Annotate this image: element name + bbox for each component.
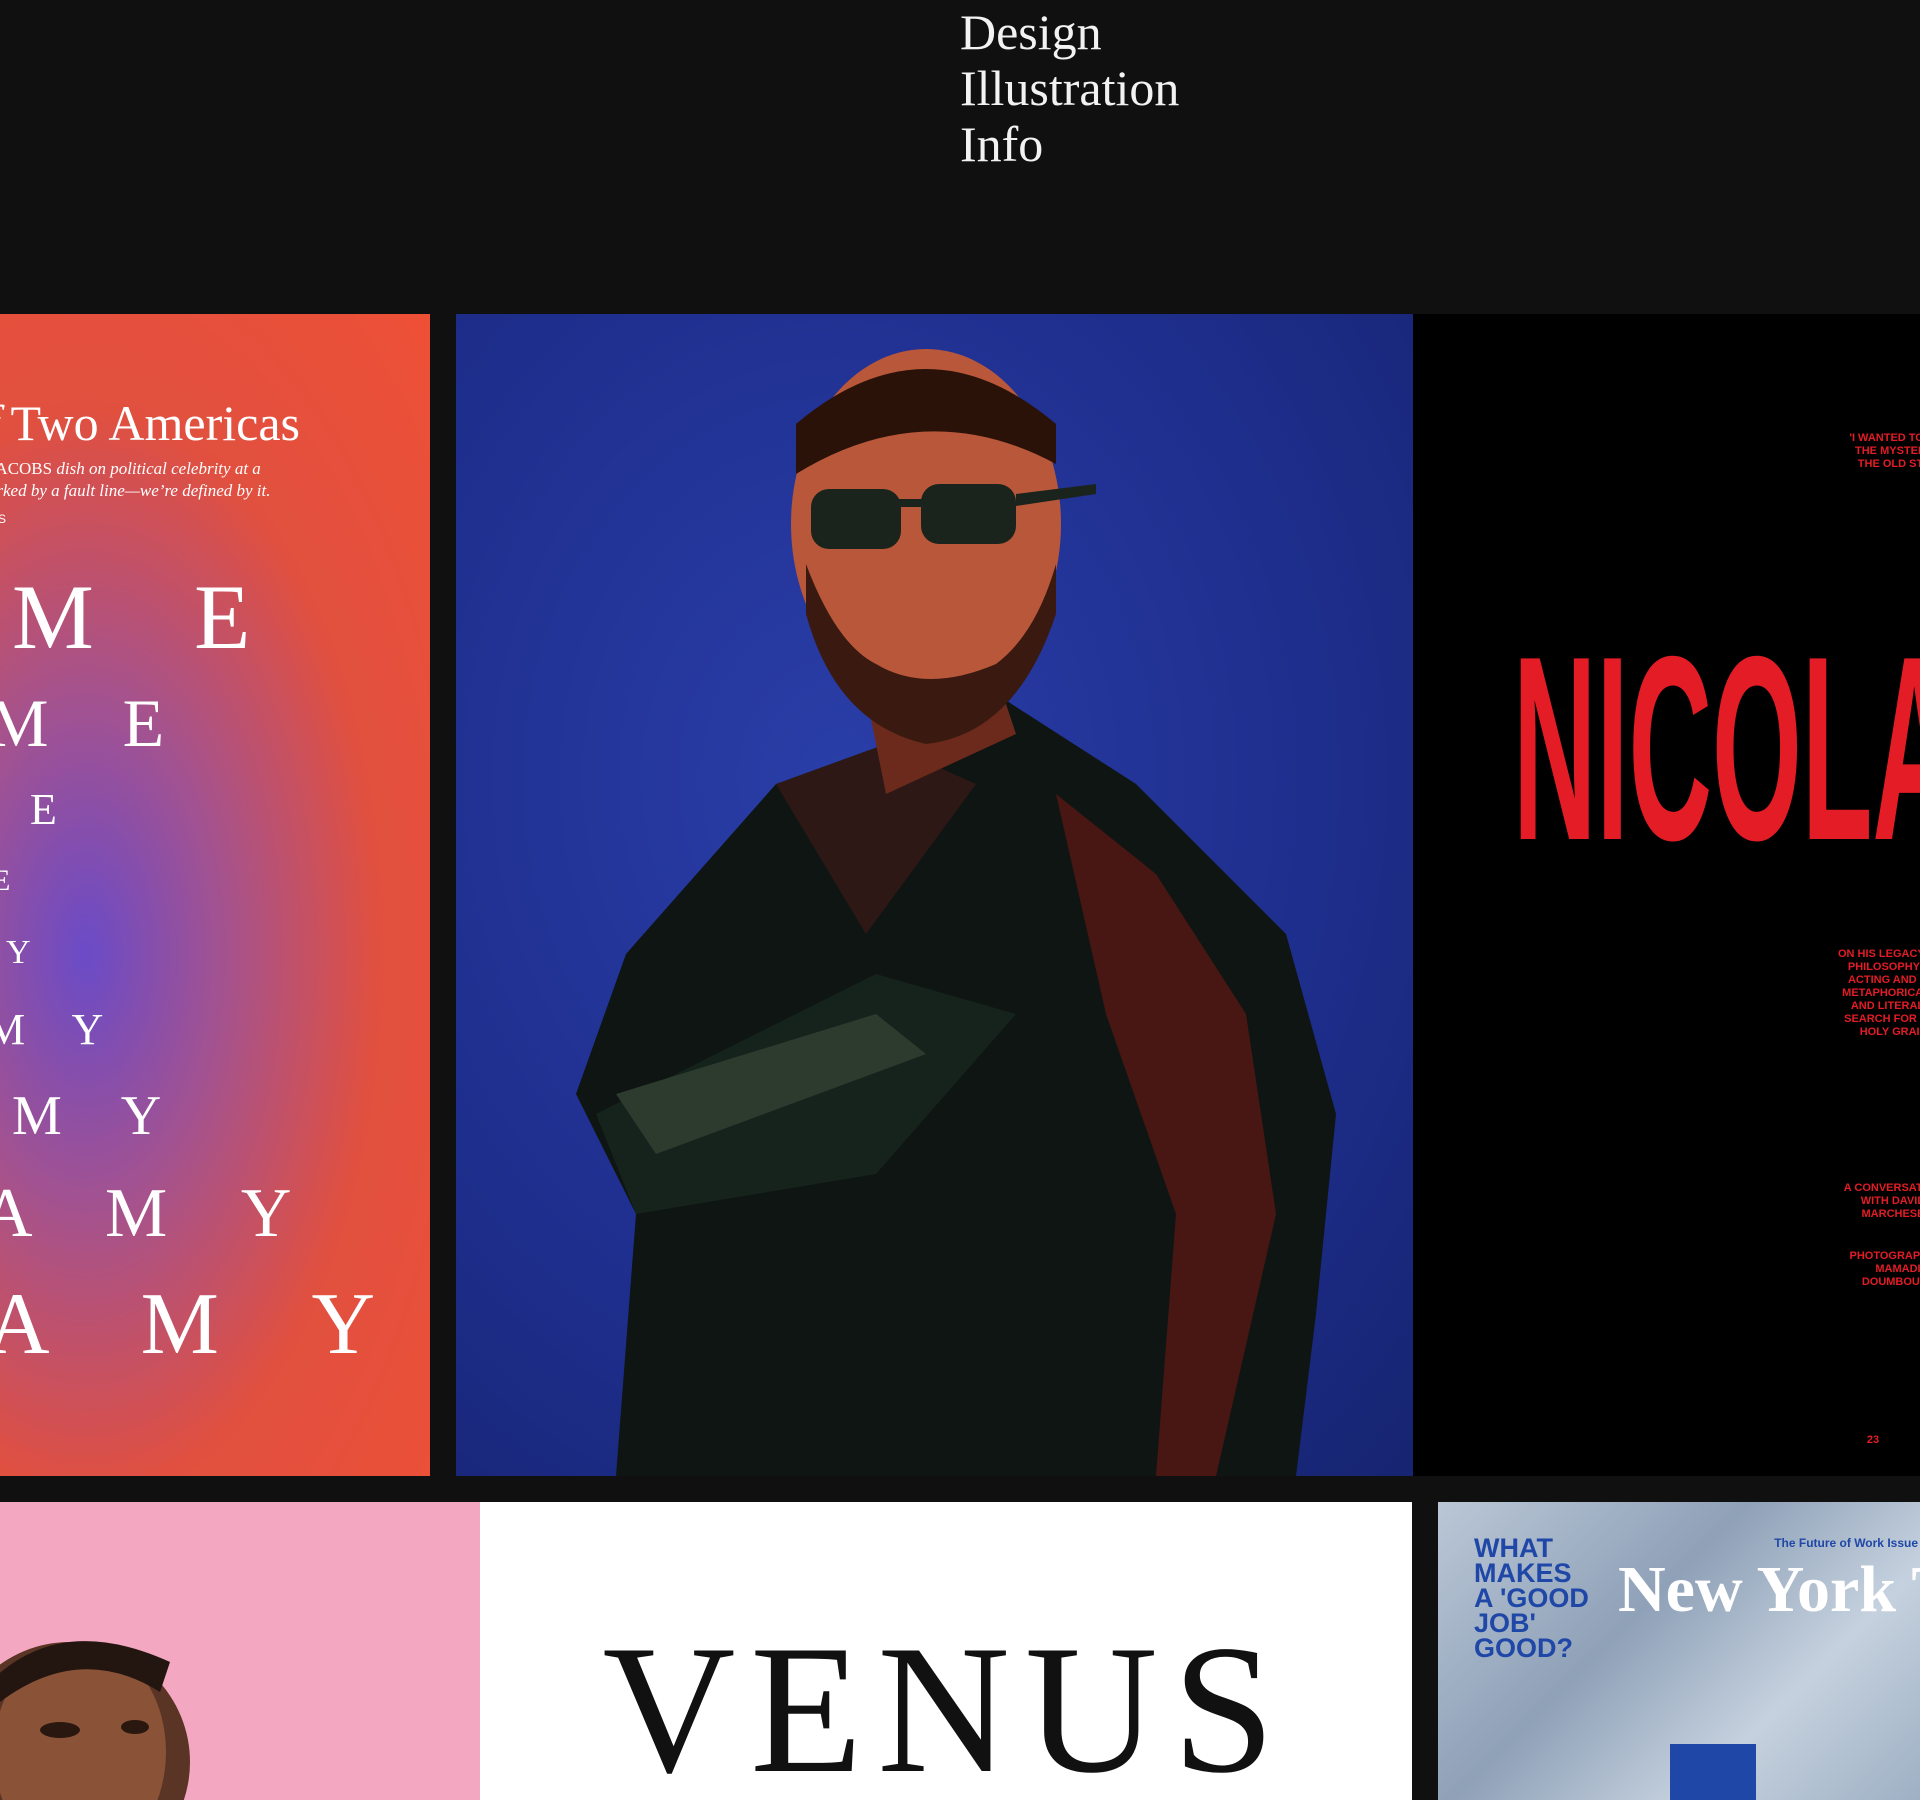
main-nav: Design Illustration Info	[960, 0, 1179, 172]
stack-row: M E	[12, 566, 289, 668]
spread-page-number: 23	[1866, 1434, 1880, 1446]
stack-row: M Y	[12, 1085, 185, 1147]
cover-dek-lead: NN JACOBS	[0, 459, 53, 478]
gallery-tile-portrait[interactable]	[456, 314, 1413, 1476]
spread-credit-interview: A CONVERSATION WITH DAVID MARCHESE	[1843, 1182, 1920, 1220]
spread-credit-photo: PHOTOGRAPH BY MAMADI DOUMBOUYA	[1849, 1250, 1920, 1288]
cover-headline-text: Two Americas	[0, 395, 300, 451]
stack-row: E	[30, 785, 76, 834]
gallery-tile-nyt-magazine[interactable]: WHAT MAKES A 'GOOD JOB' GOOD? The Future…	[1438, 1502, 1920, 1800]
venus-portrait-photo	[0, 1641, 190, 1800]
cover-dek-line2: st marked by a fault line—we’re defined …	[0, 481, 271, 500]
stack-row: M E	[0, 685, 193, 761]
portrait-photo	[576, 349, 1336, 1476]
spread-deck: ON HIS LEGACY, HIS PHILOSOPHY OF ACTING …	[1837, 948, 1920, 1038]
gallery-tile-two-americas[interactable]: of Two Americas NN JACOBS dish on politi…	[0, 314, 430, 1476]
gallery-tile-venus-title[interactable]: VENUS	[480, 1502, 1412, 1800]
gallery-tile-nicolas-spread[interactable]: 'I WANTED TO HAVE THE MYSTERY OF THE OLD…	[1413, 314, 1920, 1476]
cover-byline: OLMES	[0, 512, 8, 526]
nav-link-illustration[interactable]: Illustration	[960, 60, 1179, 116]
stack-row: A M Y	[0, 1276, 413, 1373]
stack-row: M Y	[0, 1005, 122, 1054]
nyt-issue-label: The Future of Work Issue	[1774, 1536, 1918, 1550]
cover-dek: NN JACOBS dish on political celebrity at…	[0, 458, 430, 502]
nav-link-design[interactable]: Design	[960, 4, 1179, 60]
nyt-question-line: GOOD?	[1474, 1633, 1573, 1663]
venus-title: VENUS	[602, 1607, 1290, 1800]
cover-dek-line1: dish on political celebrity at a	[56, 459, 261, 478]
gallery-tile-venus-portrait[interactable]	[0, 1502, 480, 1800]
nyt-masthead: New York Times	[1618, 1553, 1920, 1626]
nav-link-info[interactable]: Info	[960, 116, 1179, 172]
stack-row: Y	[6, 934, 45, 971]
cover-headline: of Two Americas	[0, 394, 430, 452]
cover-headline-block: of Two Americas NN JACOBS dish on politi…	[0, 394, 430, 526]
stack-row: E	[0, 864, 23, 897]
stack-row: A M Y	[0, 1175, 321, 1252]
nyt-cover-question: WHAT MAKES A 'GOOD JOB' GOOD?	[1474, 1535, 1589, 1663]
spread-title: NICOLAS	[1513, 603, 1920, 896]
nyt-cover-graphic	[1670, 1744, 1756, 1800]
spread-pull-quote: 'I WANTED TO HAVE THE MYSTERY OF THE OLD…	[1849, 432, 1920, 470]
spread-title-art: NICOLAS	[1513, 603, 1920, 896]
